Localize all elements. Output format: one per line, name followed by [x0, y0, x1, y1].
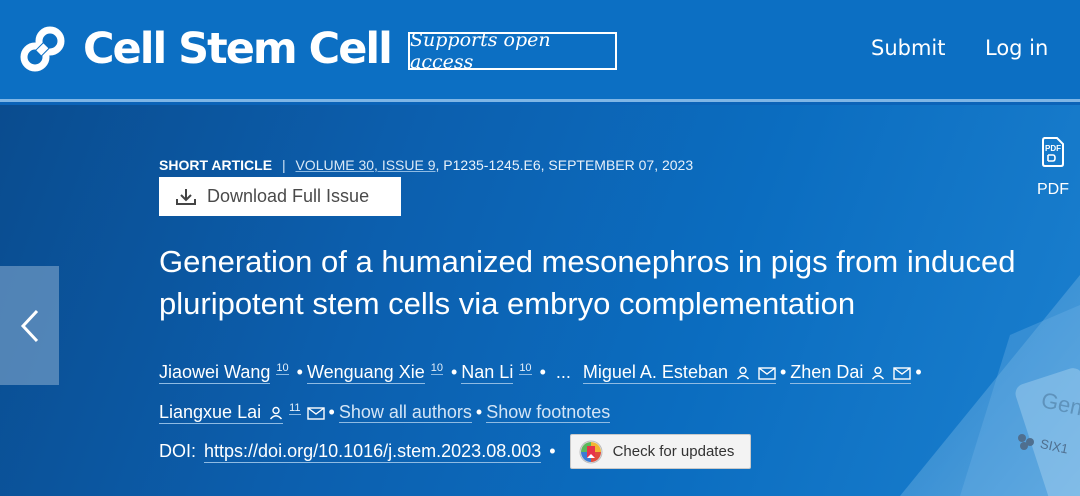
article-type: SHORT ARTICLE	[159, 157, 273, 173]
article-title: Generation of a humanized mesonephros in…	[159, 244, 1016, 321]
chevron-left-icon	[20, 309, 38, 342]
check-for-updates-button[interactable]: Check for updates	[569, 434, 751, 469]
open-access-badge[interactable]: Supports open access	[408, 29, 617, 73]
envelope-icon[interactable]	[306, 407, 325, 420]
author-link[interactable]: Miguel A. Esteban	[582, 362, 776, 384]
download-icon	[176, 188, 196, 205]
person-icon	[270, 407, 283, 420]
show-footnotes-toggle[interactable]: Show footnotes	[486, 402, 611, 423]
journal-name: Cell Stem Cell	[83, 24, 393, 74]
pdf-button[interactable]: PDF PDF	[1028, 137, 1078, 199]
svg-text:PDF: PDF	[1045, 144, 1061, 153]
article-hero: Gen SIX1 PDF PDF SHORT ARTICLE | VOLUME …	[0, 105, 1080, 496]
previous-article-button[interactable]	[0, 266, 59, 385]
article-meta: SHORT ARTICLE | VOLUME 30, ISSUE 9, P123…	[159, 157, 693, 173]
envelope-icon	[893, 367, 912, 380]
journal-logo[interactable]: Cell Stem Cell	[20, 24, 393, 74]
author-link[interactable]: Nan Li	[461, 362, 514, 384]
author-link[interactable]: Zhen Dai	[790, 362, 912, 384]
pages-date: , P1235-1245.E6, SEPTEMBER 07, 2023	[435, 157, 694, 173]
check-for-updates-label: Check for updates	[612, 443, 735, 460]
pdf-icon: PDF	[1042, 137, 1064, 167]
affiliation-sup[interactable]: 10	[430, 362, 443, 375]
doi-label: DOI:	[159, 441, 197, 461]
show-all-authors-toggle[interactable]: Show all authors	[338, 402, 472, 423]
download-full-issue-button[interactable]: Download Full Issue	[159, 177, 401, 216]
volume-issue-link[interactable]: VOLUME 30, ISSUE 9	[295, 157, 435, 173]
cell-logo-icon	[20, 26, 65, 72]
download-label: Download Full Issue	[207, 186, 370, 206]
author-link[interactable]: Jiaowei Wang	[159, 362, 271, 384]
person-icon	[872, 367, 885, 380]
crossmark-icon	[579, 440, 603, 463]
submit-link[interactable]: Submit	[871, 36, 946, 60]
top-bar: Cell Stem Cell Supports open access Subm…	[0, 0, 1080, 102]
affiliation-sup[interactable]: 11	[289, 402, 301, 415]
doi-link[interactable]: https://doi.org/10.1016/j.stem.2023.08.0…	[204, 441, 542, 463]
person-icon	[736, 367, 750, 380]
envelope-icon	[758, 367, 776, 380]
affiliation-sup[interactable]: 10	[519, 362, 532, 375]
author-ellipsis: ...	[555, 362, 571, 382]
meta-separator: |	[281, 157, 286, 173]
author-list: Jiaowei Wang 10 • Wenguang Xie 10 • Nan Li 10 •.…	[159, 362, 922, 424]
login-link[interactable]: Log in	[985, 36, 1048, 60]
affiliation-sup[interactable]: 10	[276, 362, 289, 375]
doi-row: DOI: https://doi.org/10.1016/j.stem.2023…	[159, 434, 751, 469]
author-link[interactable]: Liangxue Lai	[159, 402, 284, 424]
author-link[interactable]: Wenguang Xie	[306, 362, 425, 384]
pdf-label: PDF	[1037, 181, 1069, 198]
